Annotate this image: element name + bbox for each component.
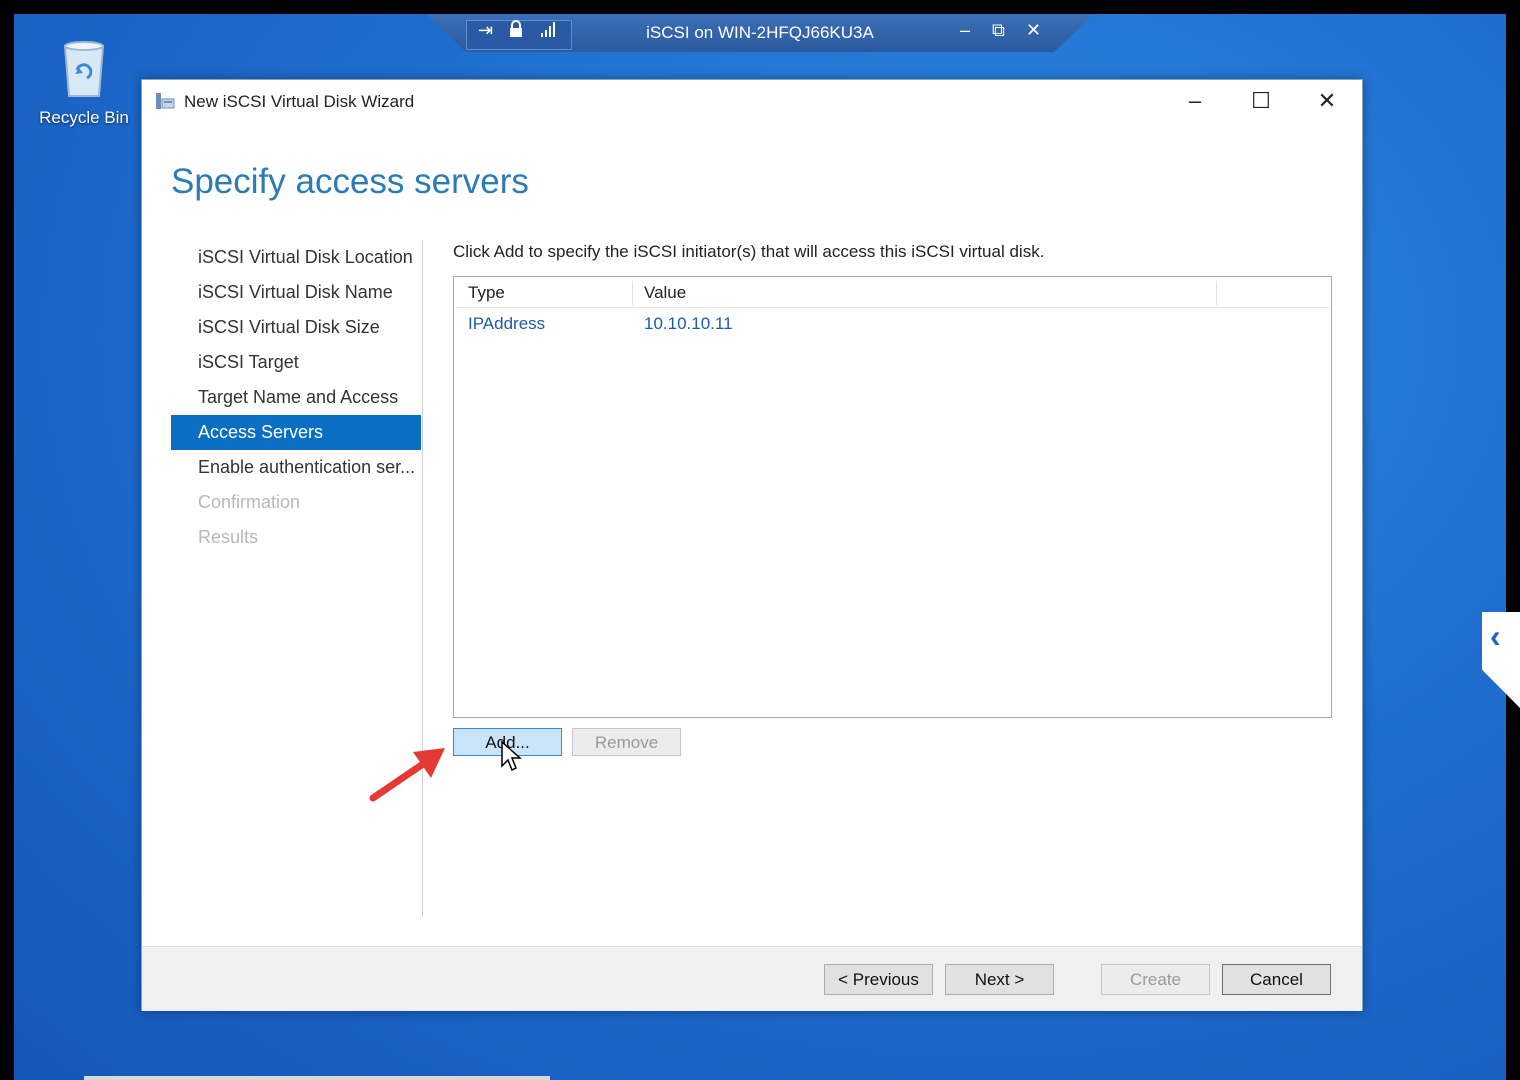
close-icon[interactable]: ✕ [1026,20,1041,41]
steps-divider [422,240,423,917]
window-minimize-button[interactable]: – [1172,86,1218,118]
step-enable-authentication[interactable]: Enable authentication ser... [171,450,421,485]
wizard-footer: < Previous Next > Create Cancel [142,946,1362,1011]
column-separator [1216,281,1217,305]
recycle-bin-label: Recycle Bin [39,108,129,127]
page-title: Specify access servers [171,162,529,201]
remove-button[interactable]: Remove [572,728,681,756]
previous-button[interactable]: < Previous [824,964,933,995]
list-header: Type Value [456,279,1329,308]
instruction-text: Click Add to specify the iSCSI initiator… [453,242,1045,261]
wizard-window: New iSCSI Virtual Disk Wizard – ☐ ✕ Spec… [141,79,1363,1011]
window-maximize-button[interactable]: ☐ [1238,86,1284,118]
recycle-bin-icon [59,40,109,98]
initiators-list[interactable]: Type Value IPAddress 10.10.10.11 [453,276,1332,718]
mouse-cursor-icon [501,740,522,772]
step-results: Results [198,527,259,547]
step-target-name-access[interactable]: Target Name and Access [171,380,421,415]
column-value[interactable]: Value [632,279,1216,307]
rdp-connection-bar: ⇥ iSCSI on WIN-2HFQJ66KU3A – ⧉ ✕ [426,14,1094,52]
column-type[interactable]: Type [456,279,631,307]
step-confirmation: Confirmation [198,492,301,512]
chevron-left-icon: ‹ [1490,618,1501,654]
table-row[interactable]: IPAddress 10.10.10.11 [456,311,1329,337]
step-disk-location[interactable]: iSCSI Virtual Disk Location [171,240,421,275]
step-access-servers[interactable]: Access Servers [171,415,421,450]
taskbar-strip [84,1076,550,1080]
step-disk-name[interactable]: iSCSI Virtual Disk Name [171,275,421,310]
cell-value: 10.10.10.11 [644,314,733,333]
window-close-button[interactable]: ✕ [1304,86,1350,118]
next-button[interactable]: Next > [945,964,1054,995]
restore-icon[interactable]: ⧉ [992,20,1005,41]
recycle-bin[interactable]: Recycle Bin [36,40,132,128]
annotation-arrow-icon [369,748,445,802]
create-button[interactable]: Create [1101,964,1210,995]
window-title: New iSCSI Virtual Disk Wizard [184,92,415,111]
minimize-icon[interactable]: – [960,20,970,41]
side-panel-tab[interactable]: ‹ [1482,612,1520,708]
wizard-steps: iSCSI Virtual Disk Location iSCSI Virtua… [171,240,421,555]
cell-type: IPAddress [468,314,546,333]
step-disk-size[interactable]: iSCSI Virtual Disk Size [171,310,421,345]
window-titlebar: New iSCSI Virtual Disk Wizard – ☐ ✕ [142,80,1362,124]
wizard-app-icon [154,90,176,112]
step-iscsi-target[interactable]: iSCSI Target [171,345,421,380]
cancel-button[interactable]: Cancel [1222,964,1331,995]
